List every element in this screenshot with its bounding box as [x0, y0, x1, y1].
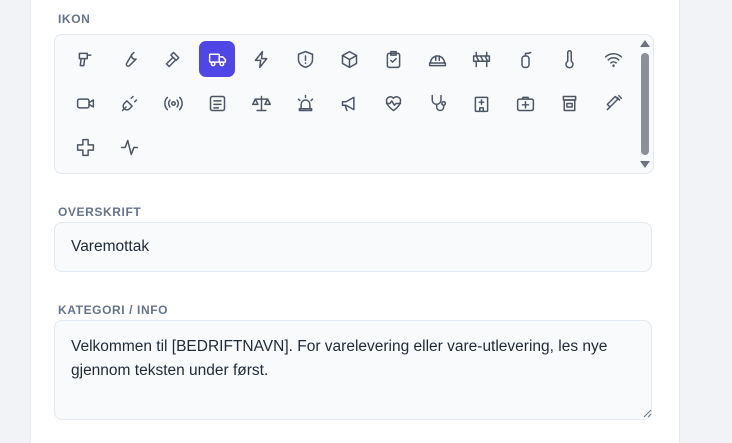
plug-icon[interactable] — [111, 85, 147, 121]
megaphone-icon[interactable] — [331, 85, 367, 121]
syringe-icon[interactable] — [595, 85, 631, 121]
box-icon[interactable] — [331, 41, 367, 77]
first-aid-kit-icon[interactable] — [507, 85, 543, 121]
scroll-thumb[interactable] — [641, 53, 649, 155]
hospital-icon[interactable] — [463, 85, 499, 121]
shield-alert-icon[interactable] — [287, 41, 323, 77]
wifi-icon[interactable] — [595, 41, 631, 77]
icon-picker-scrollbar[interactable] — [637, 35, 653, 173]
icon-section-label: IKON — [58, 12, 91, 26]
drill-icon[interactable] — [67, 41, 103, 77]
clipboard-check-icon[interactable] — [375, 41, 411, 77]
resize-handle-icon[interactable] — [643, 409, 652, 418]
pill-bottle-icon[interactable] — [551, 85, 587, 121]
scroll-up-arrow[interactable] — [640, 40, 650, 47]
barrier-icon[interactable] — [463, 41, 499, 77]
info-section-label: KATEGORI / INFO — [58, 303, 169, 317]
heart-pulse-icon[interactable] — [375, 85, 411, 121]
fire-extinguisher-icon[interactable] — [507, 41, 543, 77]
document-icon[interactable] — [199, 85, 235, 121]
scroll-down-arrow[interactable] — [640, 161, 650, 168]
scale-icon[interactable] — [243, 85, 279, 121]
info-textarea[interactable]: Velkommen til [BEDRIFTNAVN]. For varelev… — [54, 320, 652, 420]
hard-hat-icon[interactable] — [419, 41, 455, 77]
thermometer-icon[interactable] — [551, 41, 587, 77]
siren-icon[interactable] — [287, 85, 323, 121]
wrench-icon[interactable] — [111, 41, 147, 77]
truck-icon[interactable] — [199, 41, 235, 77]
radio-icon[interactable] — [155, 85, 191, 121]
icon-grid — [63, 41, 635, 173]
activity-icon[interactable] — [111, 129, 147, 165]
lightning-icon[interactable] — [243, 41, 279, 77]
icon-picker — [54, 34, 654, 174]
heading-section-label: OVERSKRIFT — [58, 205, 142, 219]
cross-icon[interactable] — [67, 129, 103, 165]
stethoscope-icon[interactable] — [419, 85, 455, 121]
hammer-icon[interactable] — [155, 41, 191, 77]
camera-icon[interactable] — [67, 85, 103, 121]
heading-input[interactable]: Varemottak — [54, 222, 652, 272]
